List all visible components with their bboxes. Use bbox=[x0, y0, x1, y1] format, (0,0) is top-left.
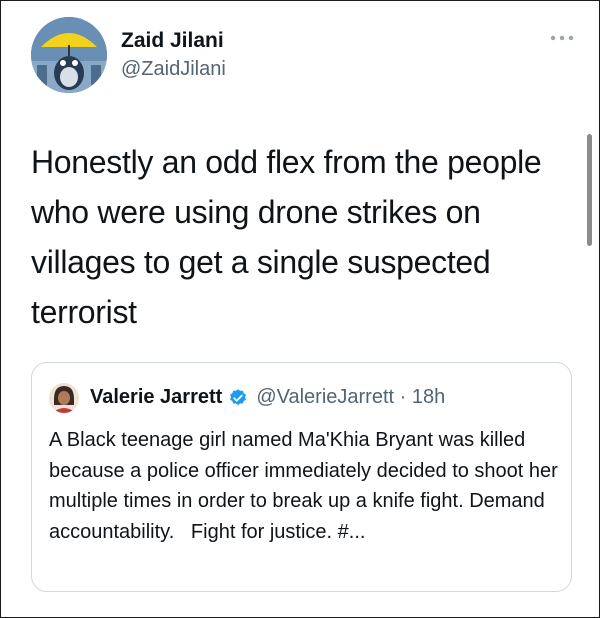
tweet-text: Honestly an odd flex from the people who… bbox=[31, 144, 542, 330]
quoted-tweet-text: A Black teenage girl named Ma'Khia Bryan… bbox=[49, 429, 564, 543]
author-handle[interactable]: @ZaidJilani bbox=[121, 58, 226, 81]
avatar-image bbox=[31, 17, 107, 93]
quoted-avatar-image bbox=[49, 383, 79, 413]
author-avatar[interactable] bbox=[31, 17, 107, 93]
quoted-author-avatar[interactable] bbox=[49, 383, 79, 413]
quoted-tweet[interactable]: Valerie Jarrett @ValerieJarrett · 18h A … bbox=[31, 362, 572, 592]
tweet: Zaid Jilani @ZaidJilani Honestly an odd … bbox=[0, 0, 600, 618]
more-horizontal-icon[interactable] bbox=[548, 28, 576, 48]
quoted-author-name[interactable]: Valerie Jarrett bbox=[90, 386, 222, 409]
verified-badge-icon bbox=[230, 388, 247, 405]
quoted-author-handle-time[interactable]: @ValerieJarrett · 18h bbox=[256, 386, 445, 409]
scrollbar[interactable] bbox=[587, 134, 592, 246]
author-name[interactable]: Zaid Jilani bbox=[121, 29, 224, 53]
quoted-header: Valerie Jarrett @ValerieJarrett · 18h bbox=[90, 386, 445, 409]
